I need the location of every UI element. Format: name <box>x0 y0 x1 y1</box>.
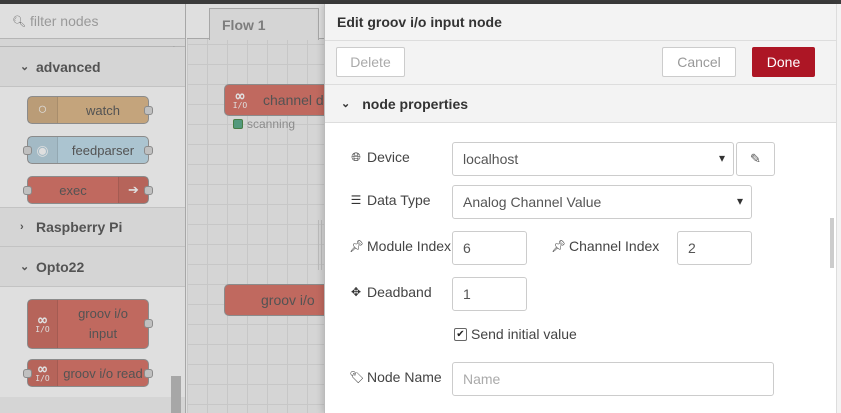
section-title: node properties <box>362 95 469 112</box>
cancel-button[interactable]: Cancel <box>662 47 736 77</box>
node-name-label: 🏷︎ Node Name <box>349 369 442 385</box>
datatype-select-value: Analog Channel Value <box>463 194 602 210</box>
tray-scrollbar[interactable] <box>830 218 834 268</box>
list-icon: ☰ <box>350 193 362 207</box>
edit-tray: Edit groov i/o input node Delete Cancel … <box>324 4 836 413</box>
channel-index-input[interactable]: 2 <box>677 231 752 265</box>
channel-index-label: 📌︎ Channel Index <box>551 238 660 254</box>
edit-device-button[interactable]: ✎ <box>736 142 775 176</box>
device-select-value: localhost <box>463 151 519 167</box>
crosshairs-icon: ✥ <box>350 285 362 299</box>
deadband-label: ✥ Deadband <box>350 284 432 300</box>
device-select[interactable]: localhost <box>452 142 734 176</box>
chevron-down-icon: ⌄ <box>341 98 351 110</box>
globe-icon: 🌐︎ <box>351 149 361 164</box>
send-initial-label: Send initial value <box>471 326 577 342</box>
thumbtack-icon: 📌︎ <box>349 239 365 253</box>
module-index-value: 6 <box>463 240 471 256</box>
thumbtack-icon: 📌︎ <box>551 239 567 253</box>
right-edge-panel <box>836 4 841 413</box>
tag-icon: 🏷︎ <box>349 370 365 384</box>
pencil-icon: ✎ <box>750 151 761 166</box>
channel-index-value: 2 <box>688 240 696 256</box>
done-button[interactable]: Done <box>752 47 815 77</box>
datatype-select[interactable]: Analog Channel Value <box>452 185 752 219</box>
node-properties-form: 🌐︎ Device localhost ✎ ☰ Data Type Analog… <box>325 123 836 413</box>
module-index-label: 📌︎ Module Index <box>349 238 452 254</box>
send-initial-checkbox[interactable]: ✔ <box>454 328 467 341</box>
deadband-value: 1 <box>463 286 471 302</box>
delete-button[interactable]: Delete <box>336 47 405 77</box>
node-name-placeholder: Name <box>463 371 501 387</box>
deadband-input[interactable]: 1 <box>452 277 527 311</box>
module-index-input[interactable]: 6 <box>452 231 527 265</box>
datatype-label: ☰ Data Type <box>350 192 431 208</box>
tray-toolbar: Delete Cancel Done <box>325 41 836 85</box>
node-name-input[interactable]: Name <box>452 362 774 396</box>
section-node-properties[interactable]: ⌄ node properties <box>325 85 836 123</box>
modal-dim-overlay <box>0 4 324 413</box>
device-label: 🌐︎ Device <box>349 149 410 165</box>
tray-title: Edit groov i/o input node <box>325 4 836 41</box>
